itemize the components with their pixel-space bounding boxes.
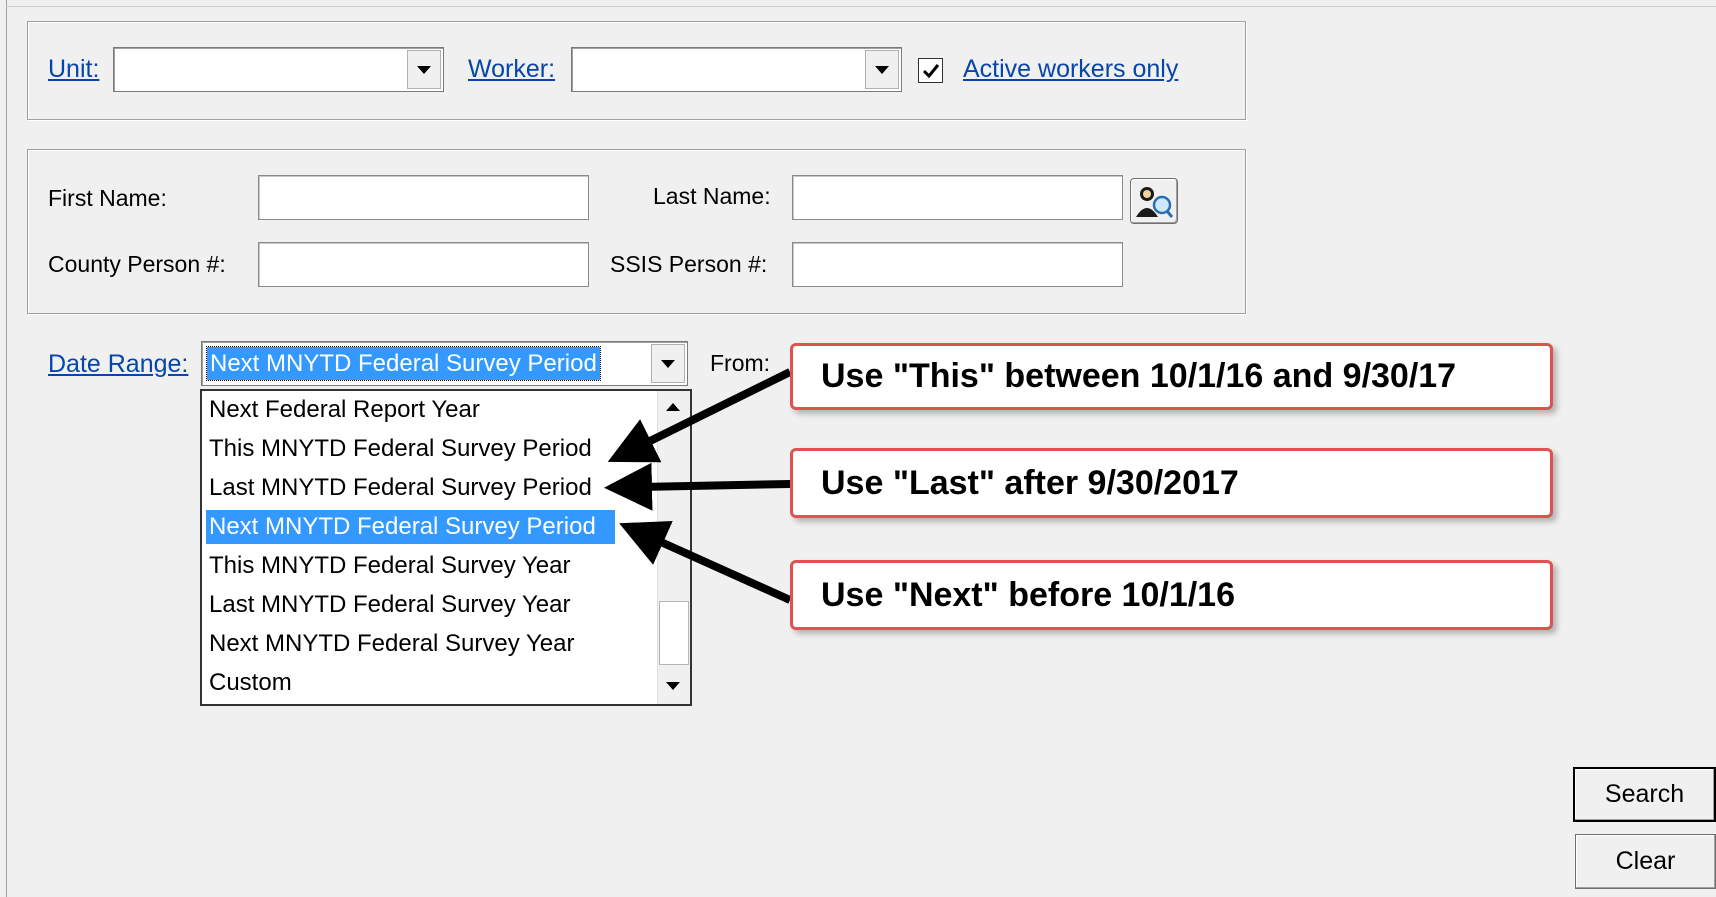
clear-button-label: Clear <box>1615 847 1676 875</box>
clear-button[interactable]: Clear <box>1575 834 1716 889</box>
arrow-this <box>607 368 792 463</box>
callout-next: Use "Next" before 10/1/16 <box>790 560 1553 630</box>
search-button-label: Search <box>1604 780 1685 808</box>
arrow-last <box>604 462 791 511</box>
callout-this: Use "This" between 10/1/16 and 9/30/17 <box>790 343 1553 410</box>
search-button[interactable]: Search <box>1573 767 1716 822</box>
arrow-next <box>619 521 792 604</box>
callout-last: Use "Last" after 9/30/2017 <box>790 448 1553 518</box>
